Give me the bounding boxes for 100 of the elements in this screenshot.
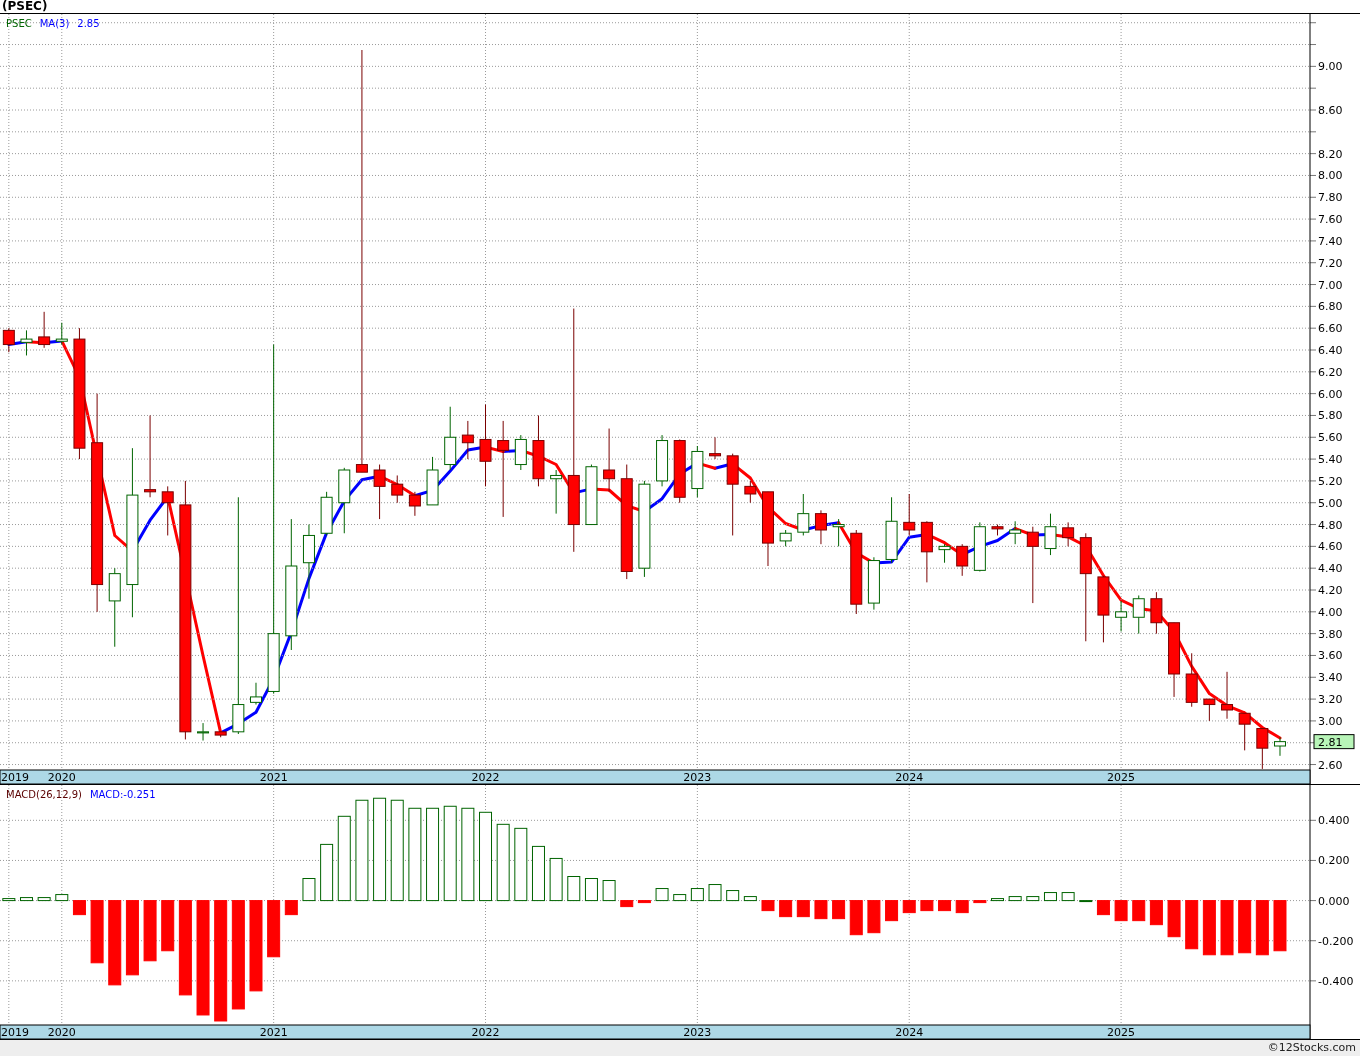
candlestick: [797, 493, 810, 536]
candlestick: [1256, 727, 1269, 769]
candlestick: [38, 310, 51, 348]
year-label: 2021: [259, 1025, 288, 1039]
candlestick: [1097, 574, 1110, 643]
candlestick: [903, 493, 916, 536]
candlestick: [1238, 712, 1251, 751]
price-axis-label: 4.00: [1318, 605, 1343, 619]
macd-bar: [567, 875, 581, 901]
macd-bar: [1096, 899, 1110, 915]
year-label: 2020: [47, 1025, 76, 1039]
macd-bar: [991, 897, 1004, 901]
macd-bar: [1185, 899, 1199, 949]
price-axis-label: 7.00: [1318, 278, 1343, 292]
price-axis-label: 3.80: [1318, 627, 1343, 641]
candlestick: [320, 490, 333, 536]
macd-bar: [620, 899, 634, 907]
candlestick: [2, 327, 15, 353]
year-label: 2024: [895, 770, 924, 784]
macd-bar: [779, 899, 793, 917]
macd-bar: [1220, 899, 1234, 955]
macd-bar: [1132, 899, 1146, 921]
macd-bar: [673, 893, 687, 901]
indicator-value: MACD:-0.251: [89, 787, 156, 802]
macd-axis-label: -0.200: [1318, 934, 1354, 948]
indicator-value: 2.85: [77, 16, 100, 31]
price-axis-label: 8.60: [1318, 103, 1343, 117]
year-label: 2022: [471, 770, 500, 784]
candlestick: [691, 445, 704, 498]
macd-bar: [1008, 895, 1022, 901]
candlestick: [920, 520, 933, 583]
macd-bar: [955, 899, 969, 913]
macd-bar: [161, 899, 175, 951]
candlestick: [673, 438, 686, 503]
price-axis-label: 8.00: [1318, 168, 1343, 182]
candlestick: [1274, 736, 1286, 756]
macd-bar: [20, 896, 33, 901]
macd-bar: [584, 877, 598, 901]
macd-bar: [1202, 899, 1216, 955]
candlestick: [514, 434, 527, 470]
macd-bar: [37, 896, 51, 901]
year-label: 2025: [1107, 1025, 1136, 1039]
macd-bar: [796, 899, 810, 917]
year-label: 2021: [259, 770, 288, 784]
indicator-label: MACD(26,12,9): [6, 787, 82, 802]
candlestick: [1009, 520, 1022, 545]
macd-bar: [726, 889, 740, 901]
macd-bar: [708, 883, 722, 901]
price-axis-label: 5.00: [1318, 496, 1343, 510]
candlestick: [1115, 599, 1128, 632]
candlestick: [20, 329, 33, 356]
price-axis-label: 8.20: [1318, 147, 1343, 161]
macd-axis-label: 0.200: [1318, 853, 1350, 867]
year-label: 2025: [1107, 770, 1136, 784]
copyright-text: ©12Stocks.com: [1267, 1039, 1356, 1056]
macd-bar: [267, 899, 281, 957]
candlestick: [1132, 594, 1145, 634]
macd-bar: [602, 879, 616, 901]
candlestick: [867, 556, 880, 610]
price-axis-label: 5.60: [1318, 430, 1343, 444]
macd-bar: [1255, 899, 1269, 955]
macd-bar: [1079, 899, 1093, 902]
candlestick: [1185, 652, 1198, 707]
macd-bar: [320, 843, 334, 901]
candlestick: [408, 490, 421, 516]
macd-bar: [1167, 899, 1181, 937]
macd-axis-label: -0.400: [1318, 974, 1354, 988]
candlestick: [1150, 591, 1163, 634]
candlestick: [814, 509, 827, 545]
price-axis-label: 7.60: [1318, 212, 1343, 226]
year-label: 2020: [47, 770, 76, 784]
macd-axis-label: 0.400: [1318, 813, 1350, 827]
macd-bar: [690, 887, 704, 901]
price-axis-label: 9.00: [1318, 59, 1343, 73]
price-axis-label: 4.20: [1318, 583, 1343, 597]
price-axis-label: 3.60: [1318, 648, 1343, 662]
candlestick: [373, 463, 386, 520]
macd-bar: [849, 899, 863, 935]
symbol-label: PSEC: [6, 16, 32, 31]
macd-bar: [549, 857, 563, 901]
candlestick: [461, 419, 474, 460]
macd-bar: [1043, 891, 1057, 901]
macd-bar: [743, 895, 757, 901]
macd-bar: [885, 899, 899, 921]
price-axis-label: 5.40: [1318, 452, 1343, 466]
price-axis-label: 2.60: [1318, 758, 1343, 772]
price-axis-label: 7.20: [1318, 256, 1343, 270]
candlestick: [991, 523, 1004, 536]
price-axis-label: 6.80: [1318, 299, 1343, 313]
macd-bar: [1273, 899, 1287, 951]
candlestick: [656, 434, 669, 487]
candlestick: [1062, 521, 1075, 547]
candlestick: [214, 730, 227, 738]
candlestick: [550, 469, 563, 514]
indicator-label: MA(3): [39, 16, 70, 31]
price-axis-label: 6.20: [1318, 365, 1343, 379]
price-axis-label: 3.20: [1318, 692, 1343, 706]
candlestick: [391, 474, 404, 503]
macd-bar: [920, 899, 934, 911]
price-axis-label: 4.80: [1318, 518, 1343, 532]
